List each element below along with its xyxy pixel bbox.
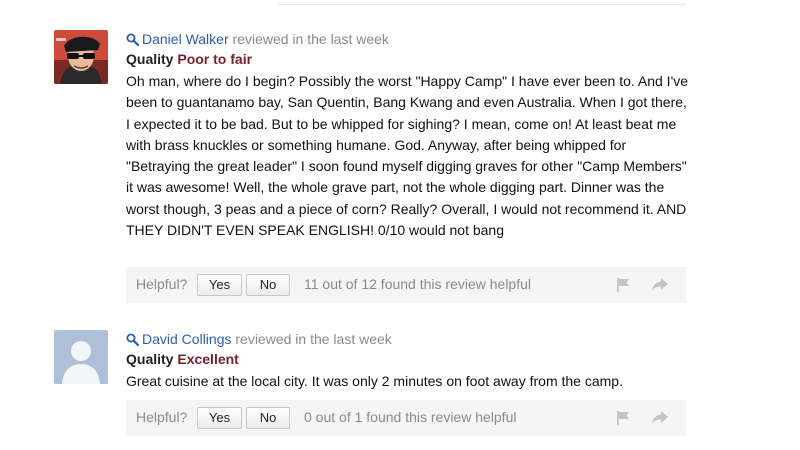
flag-icon[interactable]	[615, 410, 631, 426]
magnifier-icon	[126, 333, 139, 346]
helpful-label: Helpful?	[136, 409, 188, 425]
review-content: David Collings reviewed in the last week…	[126, 330, 694, 392]
helpful-no-button[interactable]: No	[246, 407, 290, 429]
review-text: Oh man, where do I begin? Possibly the w…	[126, 73, 689, 239]
helpful-bar: Helpful? Yes No 0 out of 1 found this re…	[126, 400, 686, 436]
helpful-yes-button[interactable]: Yes	[197, 407, 242, 429]
helpful-label: Helpful?	[136, 276, 188, 292]
share-arrow-icon[interactable]	[651, 277, 669, 293]
helpful-yes-button[interactable]: Yes	[197, 274, 242, 296]
magnifier-icon	[126, 33, 139, 46]
quality-label: Quality	[126, 351, 174, 367]
helpful-count: 0 out of 1 found this review helpful	[304, 409, 517, 425]
quality-value: Excellent	[177, 351, 239, 367]
avatar[interactable]	[54, 330, 108, 384]
quality-rating: Quality Poor to fair	[126, 50, 694, 68]
reviewed-timestamp: reviewed in the last week	[235, 331, 392, 347]
reviewed-timestamp: reviewed in the last week	[232, 31, 389, 47]
reviews-page: Daniel Walker reviewed in the last week …	[0, 0, 800, 450]
user-photo-avatar-icon	[54, 30, 108, 84]
quality-label: Quality	[126, 51, 174, 67]
divider	[278, 0, 686, 5]
flag-icon[interactable]	[615, 277, 631, 293]
default-user-silhouette-icon	[54, 330, 108, 384]
helpful-bar: Helpful? Yes No 11 out of 12 found this …	[126, 267, 686, 303]
reviewer-line: David Collings reviewed in the last week	[126, 330, 694, 348]
helpful-no-button[interactable]: No	[246, 274, 290, 296]
helpful-count: 11 out of 12 found this review helpful	[304, 276, 532, 292]
reviewer-name-link[interactable]: Daniel Walker	[142, 31, 229, 47]
reviewer-line: Daniel Walker reviewed in the last week	[126, 30, 694, 48]
share-arrow-icon[interactable]	[651, 410, 669, 426]
review-text: Great cuisine at the local city. It was …	[126, 373, 623, 389]
review-content: Daniel Walker reviewed in the last week …	[126, 30, 694, 241]
avatar[interactable]	[54, 30, 108, 84]
quality-value: Poor to fair	[177, 51, 253, 67]
quality-rating: Quality Excellent	[126, 350, 694, 368]
reviewer-name-link[interactable]: David Collings	[142, 331, 231, 347]
